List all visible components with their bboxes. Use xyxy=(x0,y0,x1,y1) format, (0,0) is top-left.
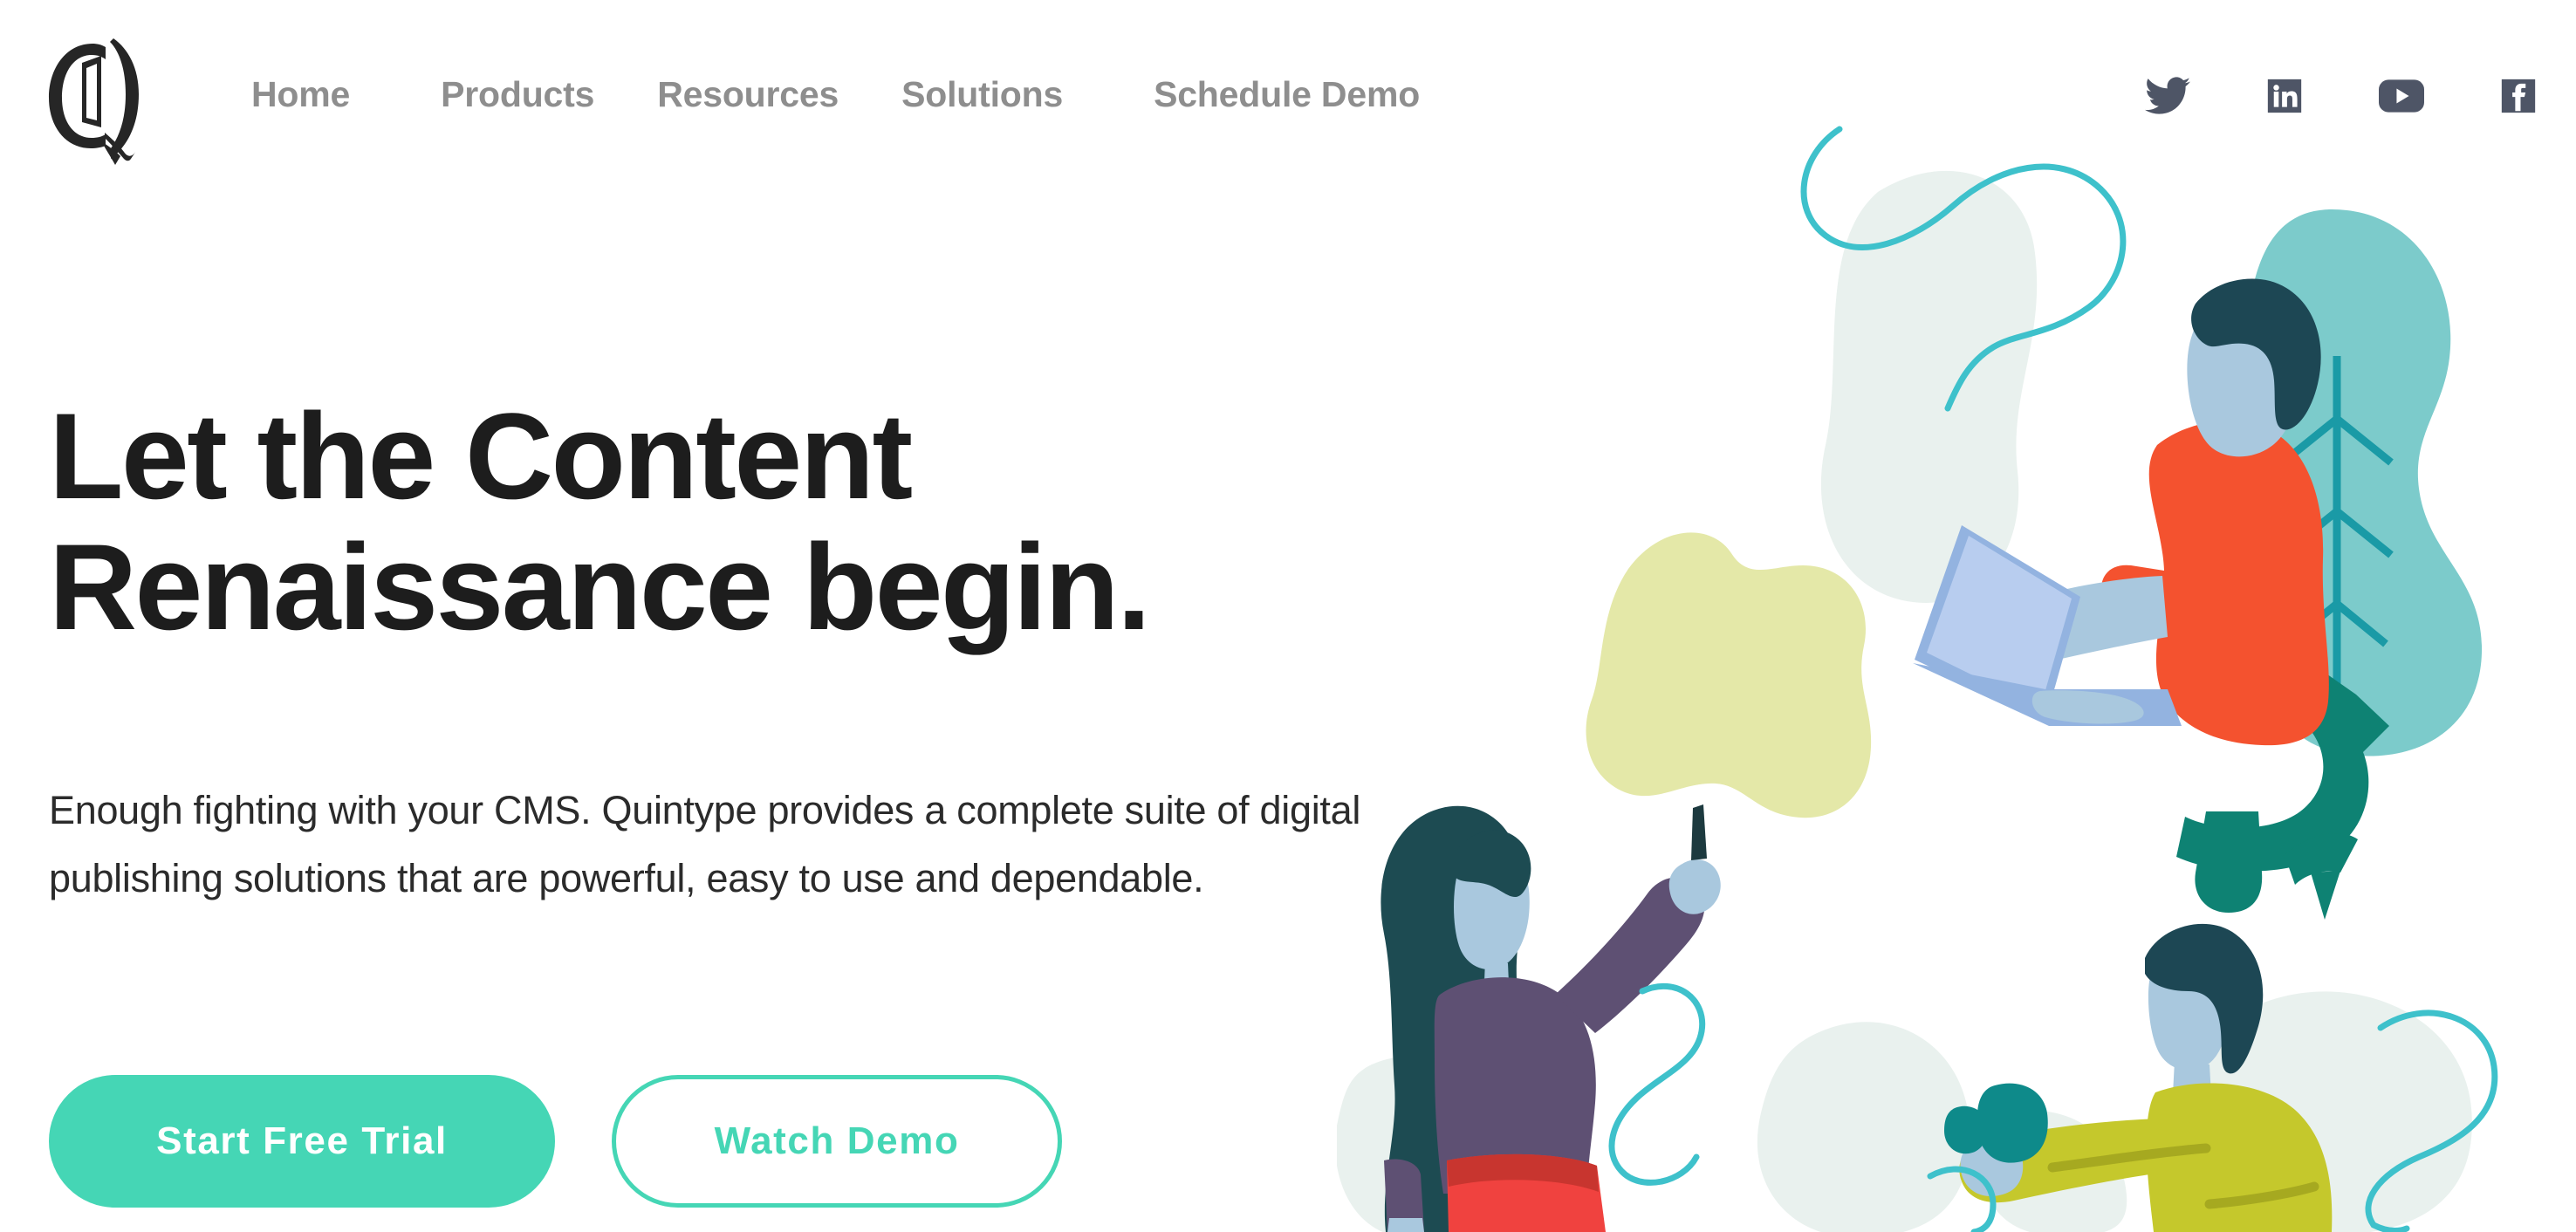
nav-item-schedule-demo[interactable]: Schedule Demo xyxy=(1154,77,1420,113)
nav-item-products[interactable]: Products xyxy=(441,77,594,113)
headline-line-1: Let the Content xyxy=(49,387,913,524)
nav-item-resources[interactable]: Resources xyxy=(657,77,839,113)
linkedin-icon[interactable] xyxy=(2262,73,2307,119)
twitter-icon[interactable] xyxy=(2145,73,2190,119)
watch-demo-button[interactable]: Watch Demo xyxy=(612,1075,1062,1208)
headline-line-2: Renaissance begin. xyxy=(49,517,1151,655)
site-header: Home Products Resources Solutions Schedu… xyxy=(0,0,2576,201)
facebook-icon[interactable] xyxy=(2496,73,2541,119)
youtube-icon[interactable] xyxy=(2379,73,2424,119)
nav-item-solutions[interactable]: Solutions xyxy=(901,77,1063,113)
nav-item-home[interactable]: Home xyxy=(251,77,350,113)
landing-page: Home Products Resources Solutions Schedu… xyxy=(0,0,2576,1232)
quintype-q-logo-icon[interactable] xyxy=(42,37,145,166)
hero-cta-row: Start Free Trial Watch Demo xyxy=(49,1075,1062,1208)
hero-subtext: Enough fighting with your CMS. Quintype … xyxy=(49,788,1361,900)
primary-navigation: Home Products Resources Solutions Schedu… xyxy=(251,77,1420,113)
page-title: Let the Content Renaissance begin. xyxy=(49,391,1463,653)
social-links xyxy=(2145,73,2541,119)
start-free-trial-button[interactable]: Start Free Trial xyxy=(49,1075,555,1208)
